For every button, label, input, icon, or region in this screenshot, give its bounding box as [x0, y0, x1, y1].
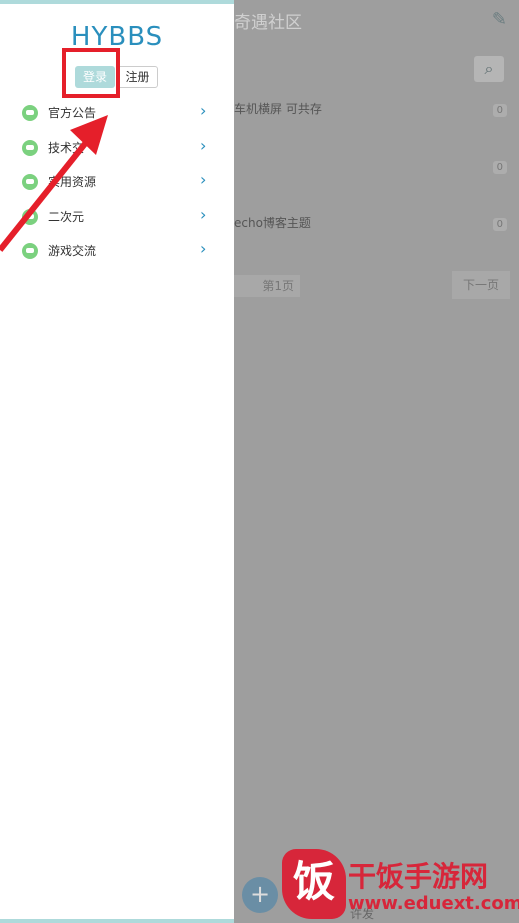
watermark-logo: 饭 — [282, 849, 346, 919]
watermark: 饭 干饭手游网 www.eduext.com — [272, 845, 519, 923]
pointer-arrow — [0, 115, 108, 252]
watermark-name: 干饭手游网 — [348, 860, 489, 893]
watermark-url: www.eduext.com — [348, 893, 519, 914]
